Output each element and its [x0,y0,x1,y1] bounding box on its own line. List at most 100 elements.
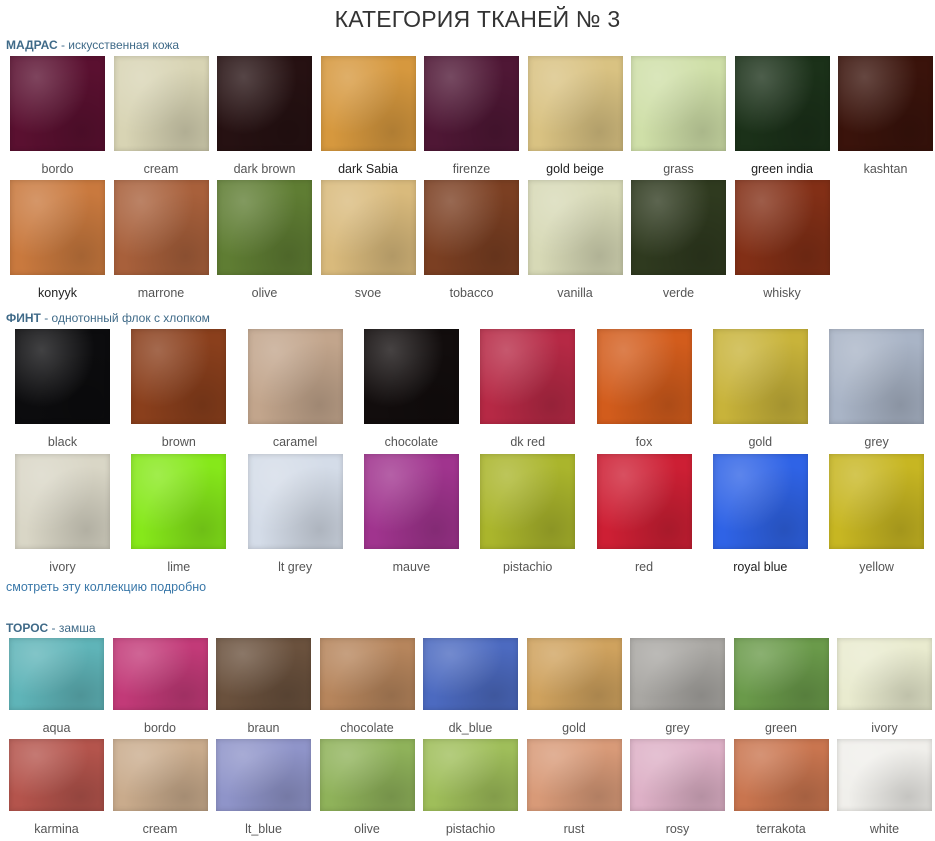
swatch-item[interactable]: svoe [320,180,416,302]
fabric-swatch[interactable] [829,454,925,549]
swatch-item[interactable]: gold [712,329,808,451]
swatch-item[interactable]: green [733,638,829,737]
fabric-swatch[interactable] [112,739,208,811]
swatch-item[interactable]: braun [216,638,311,737]
swatch-item[interactable]: aqua [9,638,104,737]
swatch-item[interactable]: green india [734,56,830,178]
swatch-item[interactable]: grey [829,329,925,451]
fabric-swatch[interactable] [423,739,518,811]
fabric-swatch[interactable] [10,56,105,151]
swatch-item[interactable]: kashtan [838,56,933,178]
swatch-item[interactable]: gold beige [527,56,623,178]
fabric-swatch[interactable] [247,454,343,549]
fabric-swatch[interactable] [838,56,933,151]
swatch-item[interactable]: dark brown [217,56,312,178]
fabric-swatch[interactable] [527,56,623,151]
fabric-swatch[interactable] [837,739,932,811]
swatch-item[interactable]: bordo [112,638,208,737]
fabric-swatch[interactable] [596,454,692,549]
fabric-swatch[interactable] [733,638,829,710]
swatch-item[interactable]: olive [217,180,312,302]
fabric-swatch[interactable] [9,739,104,811]
swatch-item[interactable]: lime [131,454,227,576]
fabric-swatch[interactable] [712,454,808,549]
swatch-item[interactable]: vanilla [527,180,623,302]
fabric-swatch[interactable] [113,56,209,151]
fabric-swatch[interactable] [113,180,209,275]
fabric-swatch[interactable] [423,638,518,710]
swatch-item[interactable]: ivory [15,454,110,576]
collection-details-link[interactable]: смотреть эту коллекцию подробно [6,580,206,594]
swatch-item[interactable]: rosy [630,739,725,838]
swatch-item[interactable]: tobacco [424,180,519,302]
fabric-swatch[interactable] [363,329,459,424]
swatch-item[interactable]: grey [630,638,725,737]
swatch-item[interactable]: verde [631,180,726,302]
fabric-swatch[interactable] [216,739,311,811]
fabric-swatch[interactable] [734,180,830,275]
swatch-item[interactable]: karmina [9,739,104,838]
fabric-swatch[interactable] [319,739,415,811]
fabric-swatch[interactable] [320,56,416,151]
swatch-item[interactable]: gold [526,638,622,737]
fabric-swatch[interactable] [480,454,576,549]
swatch-item[interactable]: terrakota [733,739,829,838]
swatch-item[interactable]: red [596,454,692,576]
fabric-swatch[interactable] [630,739,725,811]
fabric-swatch[interactable] [247,329,343,424]
swatch-item[interactable]: bordo [10,56,105,178]
fabric-swatch[interactable] [631,180,726,275]
fabric-swatch[interactable] [733,739,829,811]
fabric-swatch[interactable] [217,180,312,275]
fabric-swatch[interactable] [15,329,110,424]
swatch-item[interactable]: cream [113,56,209,178]
fabric-swatch[interactable] [319,638,415,710]
fabric-swatch[interactable] [631,56,726,151]
swatch-item[interactable]: konyyk [10,180,105,302]
swatch-item[interactable]: lt grey [247,454,343,576]
swatch-item[interactable]: white [837,739,932,838]
fabric-swatch[interactable] [630,638,725,710]
fabric-swatch[interactable] [131,329,227,424]
fabric-swatch[interactable] [9,638,104,710]
swatch-item[interactable]: dk red [480,329,576,451]
swatch-item[interactable]: marrone [113,180,209,302]
swatch-item[interactable]: olive [319,739,415,838]
swatch-item[interactable]: chocolate [319,638,415,737]
fabric-swatch[interactable] [837,638,932,710]
fabric-swatch[interactable] [734,56,830,151]
swatch-item[interactable]: yellow [829,454,925,576]
fabric-swatch[interactable] [363,454,459,549]
swatch-item[interactable]: firenze [424,56,519,178]
swatch-item[interactable]: pistachio [423,739,518,838]
swatch-item[interactable]: ivory [837,638,932,737]
swatch-item[interactable]: black [15,329,110,451]
swatch-item[interactable]: pistachio [480,454,576,576]
fabric-swatch[interactable] [480,329,576,424]
fabric-swatch[interactable] [15,454,110,549]
swatch-item[interactable]: fox [596,329,692,451]
swatch-item[interactable]: mauve [363,454,459,576]
swatch-item[interactable]: cream [112,739,208,838]
swatch-item[interactable]: royal blue [712,454,808,576]
swatch-item[interactable]: lt_blue [216,739,311,838]
fabric-swatch[interactable] [10,180,105,275]
swatch-item[interactable]: brown [131,329,227,451]
fabric-swatch[interactable] [712,329,808,424]
swatch-item[interactable]: dark Sabia [320,56,416,178]
fabric-swatch[interactable] [320,180,416,275]
fabric-swatch[interactable] [829,329,925,424]
swatch-item[interactable]: whisky [734,180,830,302]
fabric-swatch[interactable] [217,56,312,151]
fabric-swatch[interactable] [526,739,622,811]
swatch-item[interactable]: caramel [247,329,343,451]
fabric-swatch[interactable] [216,638,311,710]
fabric-swatch[interactable] [424,180,519,275]
fabric-swatch[interactable] [527,180,623,275]
fabric-swatch[interactable] [424,56,519,151]
fabric-swatch[interactable] [112,638,208,710]
swatch-item[interactable]: chocolate [363,329,459,451]
swatch-item[interactable]: dk_blue [423,638,518,737]
fabric-swatch[interactable] [596,329,692,424]
swatch-item[interactable]: rust [526,739,622,838]
